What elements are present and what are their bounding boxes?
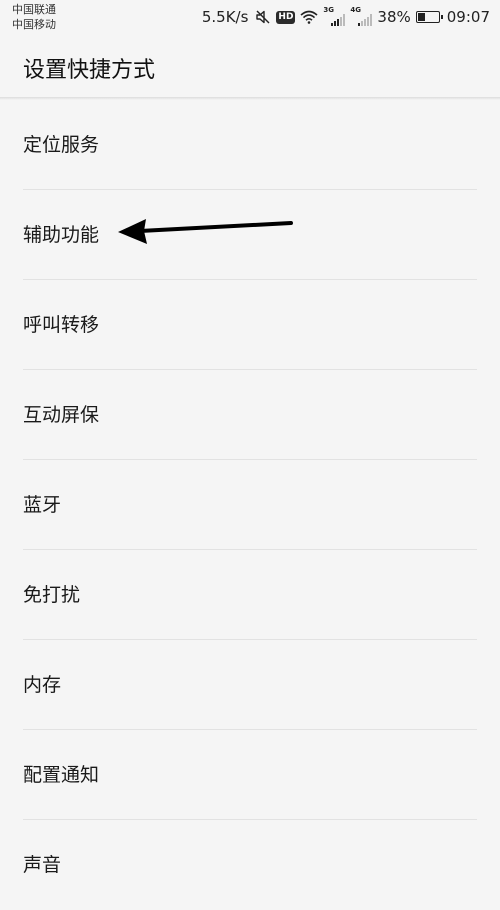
list-item-label: 互动屏保 — [23, 404, 100, 426]
shortcut-options-list: 定位服务 辅助功能 呼叫转移 互动屏保 蓝牙 免打扰 内存 配置通知 声音 — [0, 100, 500, 910]
mute-icon — [255, 9, 271, 25]
list-item-label: 免打扰 — [23, 584, 81, 606]
status-bar: 中国联通 中国移动 5.5K/s HD 3G 4G 38% 09:07 — [0, 0, 500, 36]
list-item-label: 蓝牙 — [23, 494, 62, 516]
list-item-label: 辅助功能 — [23, 224, 100, 246]
list-item-call-forwarding[interactable]: 呼叫转移 — [0, 280, 500, 370]
list-item-storage[interactable]: 内存 — [0, 640, 500, 730]
list-item-interactive-screensaver[interactable]: 互动屏保 — [0, 370, 500, 460]
list-item-bluetooth[interactable]: 蓝牙 — [0, 460, 500, 550]
sim1-network-type: 3G — [323, 6, 335, 14]
list-item-do-not-disturb[interactable]: 免打扰 — [0, 550, 500, 640]
wifi-icon — [300, 10, 318, 24]
clock: 09:07 — [446, 8, 490, 26]
battery-level-fill — [417, 13, 425, 21]
app-header: 设置快捷方式 — [0, 36, 500, 98]
carrier-info: 中国联通 中国移动 — [12, 2, 56, 32]
list-item-label: 呼叫转移 — [23, 314, 100, 336]
signal-4g-icon: 4G — [350, 6, 373, 26]
list-item-label: 声音 — [23, 854, 62, 876]
battery-percent: 38% — [377, 8, 411, 26]
carrier-2: 中国移动 — [12, 18, 56, 31]
signal-3g-icon: 3G — [323, 6, 346, 26]
battery-icon — [415, 11, 443, 23]
network-speed: 5.5K/s — [201, 8, 249, 26]
list-item-label: 定位服务 — [23, 134, 100, 156]
list-item-label: 内存 — [23, 674, 62, 696]
list-item-notification-settings[interactable]: 配置通知 — [0, 730, 500, 820]
status-icons: 5.5K/s HD 3G 4G 38% 09:07 — [202, 6, 490, 28]
list-item-sound[interactable]: 声音 — [0, 820, 500, 910]
carrier-1: 中国联通 — [12, 3, 56, 16]
list-item-label: 配置通知 — [23, 764, 100, 786]
list-item-accessibility[interactable]: 辅助功能 — [0, 190, 500, 280]
list-item-location-service[interactable]: 定位服务 — [0, 100, 500, 190]
sim2-network-type: 4G — [350, 6, 362, 14]
page-title: 设置快捷方式 — [23, 58, 156, 83]
hd-icon: HD — [276, 10, 296, 24]
